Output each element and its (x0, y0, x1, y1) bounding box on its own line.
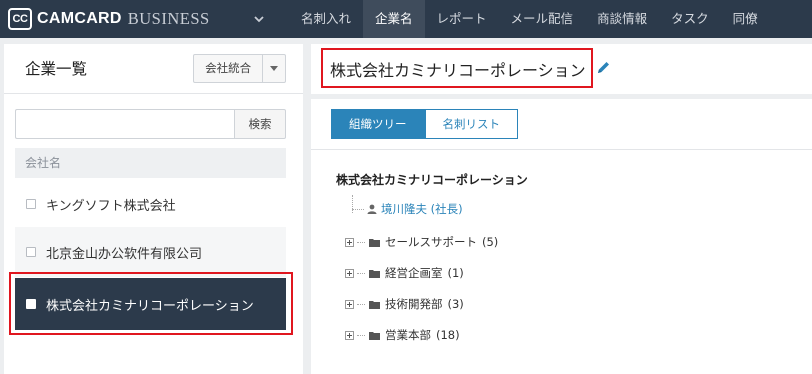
caret-down-icon (270, 65, 279, 71)
tree-connector (357, 272, 365, 274)
org-person-link[interactable]: 境川隆夫 (社長) (367, 201, 463, 217)
org-tree-root: 株式会社カミナリコーポレーション (336, 173, 528, 187)
company-list-panel: 企業一覧 会社統合 検索 会社名 キングソフト株式会社 北京金山办公软件有限公司… (4, 44, 303, 374)
folder-icon (369, 238, 380, 247)
department-name: セールスサポート (385, 235, 477, 249)
app-logo[interactable]: CC CAMCARD BUSINESS (8, 7, 210, 31)
logo-mark: CC (8, 8, 32, 30)
org-department-node[interactable]: 技術開発部 (3) (345, 296, 464, 312)
nav-item-deals[interactable]: 商談情報 (585, 0, 659, 38)
tree-connector (357, 334, 365, 336)
expand-plus-icon[interactable] (345, 299, 354, 309)
tree-connector (352, 195, 353, 213)
merge-companies-label[interactable]: 会社統合 (194, 55, 264, 82)
company-name: キングソフト株式会社 (46, 198, 176, 214)
department-count: (5) (482, 235, 499, 249)
expand-plus-icon[interactable] (345, 330, 354, 340)
nav-item-colleagues[interactable]: 同僚 (721, 0, 770, 38)
detail-tabs: 組織ツリー 名刺リスト (331, 109, 518, 139)
department-count: (1) (447, 266, 464, 280)
logo-name: CAMCARD (37, 10, 122, 27)
nav-item-companies[interactable]: 企業名 (363, 0, 425, 38)
company-name: 株式会社カミナリコーポレーション (46, 298, 254, 314)
nav-item-tasks[interactable]: タスク (659, 0, 721, 38)
nav-item-reports[interactable]: レポート (425, 0, 499, 38)
company-list-title: 企業一覧 (25, 60, 88, 78)
company-title: 株式会社カミナリコーポレーション (330, 61, 586, 80)
tree-connector (357, 241, 365, 243)
divider (311, 149, 812, 150)
expand-plus-icon[interactable] (345, 237, 354, 247)
org-department-node[interactable]: セールスサポート (5) (345, 234, 498, 250)
folder-icon (369, 269, 380, 278)
company-list-header: 企業一覧 会社統合 (4, 44, 303, 94)
person-icon (367, 204, 377, 214)
company-list-item[interactable]: 北京金山办公软件有限公司 (15, 227, 286, 277)
merge-companies-button[interactable]: 会社統合 (193, 54, 286, 83)
company-name: 北京金山办公软件有限公司 (46, 246, 203, 262)
department-count: (3) (447, 297, 464, 311)
folder-icon (369, 300, 380, 309)
department-name: 経営企画室 (385, 266, 443, 280)
department-name: 営業本部 (385, 328, 431, 342)
nav-item-mail-delivery[interactable]: メール配信 (499, 0, 586, 38)
tree-connector (357, 303, 365, 305)
department-name: 技術開発部 (385, 297, 443, 311)
nav-item-cardholder[interactable]: 名刺入れ (289, 0, 363, 38)
org-department-node[interactable]: 営業本部 (18) (345, 327, 460, 343)
folder-icon (369, 331, 380, 340)
logo-subtitle: BUSINESS (127, 9, 210, 28)
top-navigation-bar: CC CAMCARD BUSINESS 名刺入れ 企業名 レポート メール配信 … (0, 0, 812, 38)
person-name: 境川隆夫 (社長) (381, 202, 463, 216)
company-search: 検索 (15, 109, 286, 139)
chevron-down-icon[interactable] (252, 12, 266, 26)
search-button[interactable]: 検索 (234, 109, 286, 139)
expand-plus-icon[interactable] (345, 268, 354, 278)
company-detail-header: 株式会社カミナリコーポレーション (311, 44, 812, 94)
company-checkbox[interactable] (26, 247, 36, 257)
column-header-company-name: 会社名 (15, 148, 286, 178)
tree-connector (352, 209, 364, 210)
pencil-edit-icon[interactable] (596, 60, 611, 75)
tab-card-list[interactable]: 名刺リスト (424, 109, 518, 139)
tab-org-tree[interactable]: 組織ツリー (331, 109, 425, 139)
org-department-node[interactable]: 経営企画室 (1) (345, 265, 464, 281)
search-input[interactable] (15, 109, 234, 139)
department-count: (18) (436, 328, 460, 342)
company-checkbox[interactable] (26, 199, 36, 209)
company-detail-body: 組織ツリー 名刺リスト 株式会社カミナリコーポレーション 境川隆夫 (社長) セ… (311, 99, 812, 374)
main-nav: 名刺入れ 企業名 レポート メール配信 商談情報 タスク 同僚 (289, 0, 770, 38)
company-list-item-selected[interactable]: 株式会社カミナリコーポレーション (15, 278, 286, 330)
company-list-item[interactable]: キングソフト株式会社 (15, 179, 286, 229)
company-checkbox[interactable] (26, 299, 36, 309)
merge-dropdown-toggle[interactable] (263, 55, 285, 82)
